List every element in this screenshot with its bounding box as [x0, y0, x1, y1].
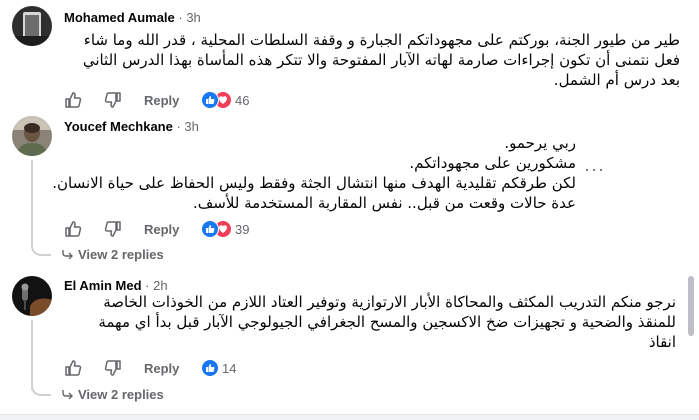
like-reaction-icon — [201, 91, 219, 109]
avatar[interactable] — [12, 276, 52, 316]
reply-arrow-icon — [62, 387, 78, 402]
reaction-count: 39 — [235, 222, 250, 237]
dislike-icon[interactable] — [104, 91, 122, 109]
avatar[interactable] — [12, 116, 52, 156]
like-icon[interactable] — [64, 359, 82, 377]
avatar[interactable] — [12, 6, 52, 46]
timestamp[interactable]: · 3h — [175, 10, 200, 25]
comment-header: Mohamed Aumale · 3h — [64, 10, 201, 25]
timestamp[interactable]: · 3h — [173, 119, 198, 134]
thread-connector — [31, 242, 51, 256]
author-name[interactable]: Mohamed Aumale — [64, 10, 175, 25]
reaction-count: 46 — [235, 93, 250, 108]
like-reaction-icon — [201, 359, 219, 377]
author-name[interactable]: El Amin Med — [64, 278, 142, 293]
thread-connector — [31, 382, 51, 396]
scrollbar-thumb[interactable] — [688, 276, 694, 336]
reactions-summary[interactable]: 39 — [201, 220, 261, 238]
reactions-summary[interactable]: 14 — [201, 359, 251, 377]
thread-line — [31, 320, 33, 390]
like-icon[interactable] — [64, 91, 82, 109]
comment-text: طير من طيور الجنة، بوركتم على مجهوداتكم … — [82, 31, 680, 89]
like-reaction-icon — [201, 220, 219, 238]
view-replies-link[interactable]: View 2 replies — [62, 247, 164, 262]
dislike-icon[interactable] — [104, 359, 122, 377]
comment-actions: Reply 14 — [64, 359, 324, 381]
comment-header: Youcef Mechkane · 3h — [64, 119, 199, 134]
comment-actions: Reply 39 — [64, 220, 324, 242]
more-options-icon[interactable]: ··· — [584, 160, 605, 178]
reply-button[interactable]: Reply — [144, 93, 179, 108]
dislike-icon[interactable] — [104, 220, 122, 238]
view-replies-link[interactable]: View 2 replies — [62, 387, 164, 402]
comment-header: El Amin Med · 2h — [64, 278, 168, 293]
author-name[interactable]: Youcef Mechkane — [64, 119, 173, 134]
like-icon[interactable] — [64, 220, 82, 238]
comment-text: نرجو منكم التدريب المكثف والمحاكاة الأبا… — [98, 293, 676, 351]
timestamp[interactable]: · 2h — [142, 278, 167, 293]
reply-button[interactable]: Reply — [144, 361, 179, 376]
comment-text: ربي يرحمو. مشكورين على مجهوداتكم. لكن طر… — [52, 134, 576, 212]
reply-button[interactable]: Reply — [144, 222, 179, 237]
comment-composer-edge — [0, 414, 699, 420]
thread-line — [31, 160, 33, 242]
reply-arrow-icon — [62, 247, 78, 262]
reaction-count: 14 — [222, 361, 237, 376]
reactions-summary[interactable]: 46 — [201, 91, 261, 109]
comment-actions: Reply 46 — [64, 91, 324, 113]
